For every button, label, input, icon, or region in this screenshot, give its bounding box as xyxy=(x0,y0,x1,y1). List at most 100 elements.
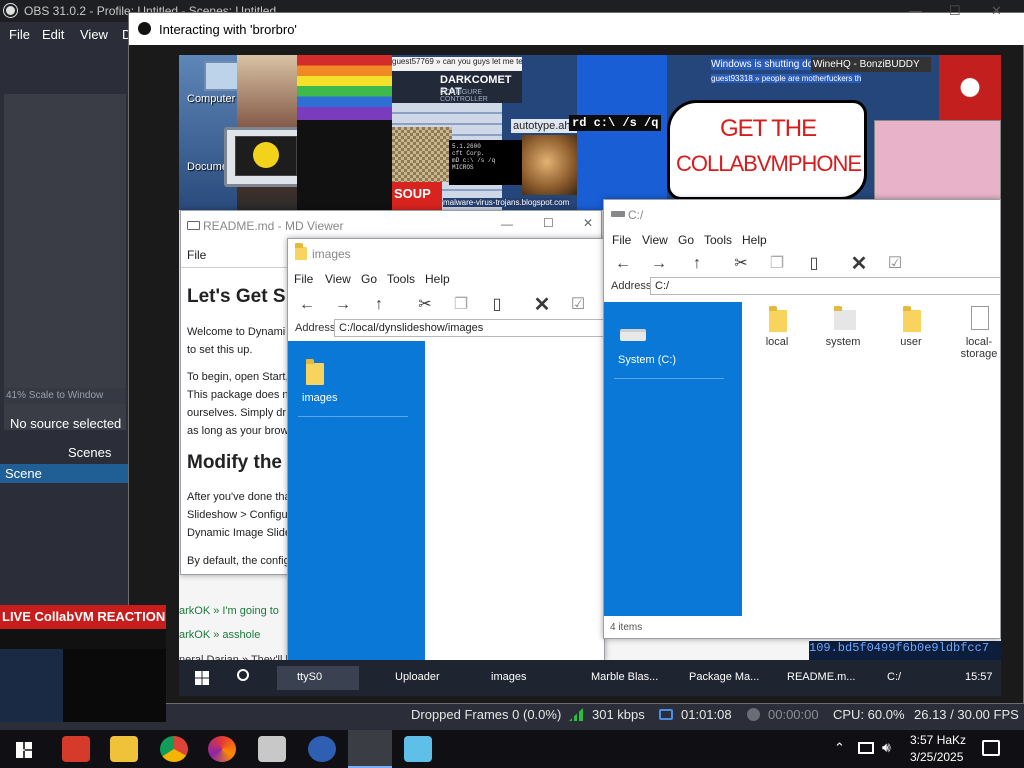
sidebar-item-images[interactable]: images xyxy=(302,392,337,404)
c-drive-window[interactable]: C:/ File View Go Tools Help ← → ↑ ✂ ❐ ▯ … xyxy=(603,199,1001,639)
vm-screen[interactable]: Computer Documents guest57769 » can you … xyxy=(179,55,1001,696)
phone-text: COLLABVMPHONE xyxy=(676,151,862,176)
scenes-header: Scenes xyxy=(68,445,112,460)
task-c-drive[interactable]: C:/ xyxy=(869,671,901,683)
images-window[interactable]: images File View Go Tools Help ← → ↑ ✂ ❐… xyxy=(287,238,605,661)
cut-icon[interactable]: ✂ xyxy=(414,294,436,316)
up-arrow-icon[interactable]: ↑ xyxy=(368,294,390,316)
drive-icon xyxy=(611,211,625,217)
host-time[interactable]: 3:57 HaKz xyxy=(910,733,966,747)
app-icon-tool[interactable] xyxy=(258,736,286,762)
app-icon-globe[interactable] xyxy=(308,736,336,762)
delete-icon[interactable]: ✕ xyxy=(531,294,553,316)
search-icon[interactable] xyxy=(237,669,249,681)
paste-icon[interactable]: ▯ xyxy=(803,253,825,275)
dialog-title: Interacting with 'brorbro' xyxy=(159,22,297,37)
app-icon-swirl[interactable] xyxy=(208,736,236,762)
interaction-dialog: Interacting with 'brorbro' — ☐ ✕ Compute… xyxy=(128,3,1024,704)
readme-h2: Modify the xyxy=(187,452,282,473)
app-icon-red[interactable] xyxy=(62,736,90,762)
back-arrow-icon[interactable]: ← xyxy=(296,294,318,316)
terminal-tile: 5.1.2600 cft Corp. mD c:\ /s /q MICROS xyxy=(449,140,522,185)
images-menu-view[interactable]: View xyxy=(325,272,351,286)
properties-icon[interactable]: ☑ xyxy=(884,253,906,275)
soup-tile: SOUP xyxy=(392,182,442,210)
task-ttys0[interactable]: ttyS0 xyxy=(277,666,359,690)
obs-menubar: File Edit View D xyxy=(0,22,140,46)
network-icon[interactable] xyxy=(858,742,874,754)
readme-menu-file[interactable]: File xyxy=(187,248,206,262)
task-package-manager[interactable]: Package Ma... xyxy=(671,671,759,683)
readme-close-button[interactable]: ✕ xyxy=(583,216,593,230)
malware-link: malware-virus-trojans.blogspot.com xyxy=(443,198,570,207)
autotype-label: autotype.ahk xyxy=(511,119,578,133)
folder-icon xyxy=(769,306,787,332)
c-menu-help[interactable]: Help xyxy=(742,233,767,247)
back-arrow-icon[interactable]: ← xyxy=(612,253,634,275)
images-menu-file[interactable]: File xyxy=(294,272,313,286)
images-menubar: File View Go Tools Help xyxy=(288,269,604,289)
task-uploader[interactable]: Uploader xyxy=(377,671,440,683)
folder-label: local xyxy=(765,336,789,348)
darkcomet-subtitle: CONFIGURE CONTROLLER xyxy=(440,89,488,103)
rd-command: rd c:\ /s /q xyxy=(569,115,662,131)
menu-view[interactable]: View xyxy=(80,27,108,42)
winehq-tab: WineHQ - BonziBUDDY xyxy=(811,57,931,72)
maximize-button[interactable]: ☐ xyxy=(949,3,961,19)
forward-arrow-icon[interactable]: → xyxy=(648,253,670,275)
host-date[interactable]: 3/25/2025 xyxy=(910,750,963,764)
sidebar-item-system[interactable]: System (C:) xyxy=(618,354,676,366)
properties-icon[interactable]: ☑ xyxy=(567,294,589,316)
readme-minimize-button[interactable]: — xyxy=(501,217,513,231)
scene-list-item[interactable]: Scene xyxy=(0,464,128,483)
tray-chevron-icon[interactable]: ⌃ xyxy=(834,740,845,756)
images-menu-help[interactable]: Help xyxy=(425,272,450,286)
bsod-tile xyxy=(577,55,667,210)
task-label: Marble Blas... xyxy=(591,671,659,683)
cam-banner: LIVE CollabVM REACTION xyxy=(0,605,166,629)
delete-icon[interactable]: ✕ xyxy=(848,253,870,275)
copy-icon[interactable]: ❐ xyxy=(450,294,472,316)
notification-icon[interactable] xyxy=(982,740,1000,756)
minimize-button[interactable]: — xyxy=(909,3,922,18)
images-sidebar: images xyxy=(288,341,425,660)
biohazard-icon xyxy=(253,142,279,168)
up-arrow-icon[interactable]: ↑ xyxy=(686,253,708,275)
computer-label: Computer xyxy=(187,93,236,105)
task-images[interactable]: images xyxy=(475,671,526,683)
file-explorer-icon[interactable] xyxy=(110,736,138,762)
task-marble-blast[interactable]: Marble Blas... xyxy=(573,671,658,683)
app-icon-cyan[interactable] xyxy=(404,736,432,762)
images-titlebar: images xyxy=(288,239,604,269)
folder-label: system xyxy=(825,336,861,348)
chrome-icon[interactable] xyxy=(160,736,188,762)
address-input[interactable]: C:/ xyxy=(650,277,1000,295)
close-button[interactable]: ✕ xyxy=(991,3,1002,19)
task-label: C:/ xyxy=(887,671,902,683)
images-menu-go[interactable]: Go xyxy=(361,272,377,286)
properties-preview xyxy=(4,94,126,430)
obs-taskbar-icon[interactable] xyxy=(348,730,392,768)
phone-ad: GET THE COLLABVMPHONE xyxy=(667,100,867,200)
start-windows-icon[interactable] xyxy=(16,742,32,758)
c-menu-go[interactable]: Go xyxy=(678,233,694,247)
images-menu-tools[interactable]: Tools xyxy=(387,272,415,286)
address-input[interactable]: C:/local/dynslideshow/images xyxy=(334,319,604,337)
folder-icon xyxy=(295,243,307,260)
copy-icon[interactable]: ❐ xyxy=(766,253,788,275)
c-menu-view[interactable]: View xyxy=(642,233,668,247)
task-readme[interactable]: README.m... xyxy=(769,671,855,683)
readme-p10: By default, the config xyxy=(187,555,290,567)
readme-maximize-button[interactable]: ☐ xyxy=(543,216,554,230)
menu-edit[interactable]: Edit xyxy=(42,27,64,42)
paste-icon[interactable]: ▯ xyxy=(486,294,508,316)
guest2-msg: guest93318 » people are motherfuckers th… xyxy=(711,74,861,83)
readme-p7: After you've done tha xyxy=(187,491,291,503)
forward-arrow-icon[interactable]: → xyxy=(332,294,354,316)
cut-icon[interactable]: ✂ xyxy=(730,253,752,275)
c-menu-tools[interactable]: Tools xyxy=(704,233,732,247)
start-windows-icon[interactable] xyxy=(195,671,209,685)
volume-icon[interactable]: 🔊︎ xyxy=(882,739,891,756)
menu-file[interactable]: File xyxy=(9,27,30,42)
c-menu-file[interactable]: File xyxy=(612,233,631,247)
